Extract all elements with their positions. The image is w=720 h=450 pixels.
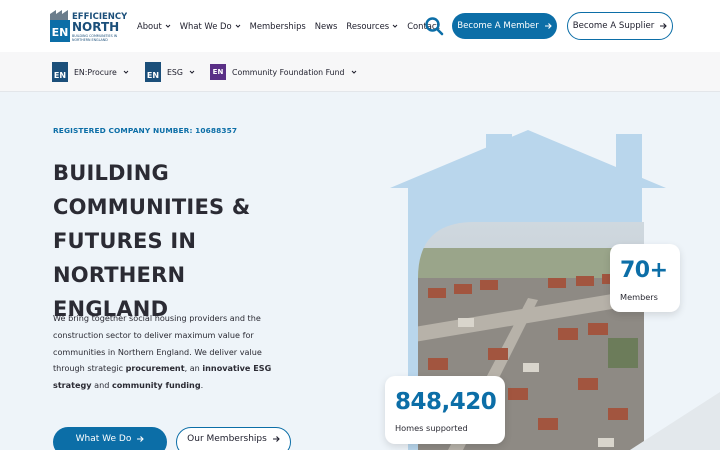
nav-memberships[interactable]: Memberships bbox=[250, 21, 306, 31]
become-member-label: Become A Member bbox=[457, 21, 539, 31]
chevron-down-icon bbox=[235, 24, 240, 28]
chevron-down-icon bbox=[189, 70, 195, 74]
arrow-right-icon bbox=[272, 436, 280, 442]
headline-line-1: BUILDING bbox=[53, 161, 169, 185]
search-icon[interactable] bbox=[424, 16, 444, 36]
nav-about-label: About bbox=[137, 21, 162, 31]
members-label: Members bbox=[620, 292, 658, 302]
subnav-community-foundation-fund[interactable]: EN Community Foundation Fund bbox=[210, 52, 357, 92]
subnav-esg[interactable]: EN ESG bbox=[145, 52, 195, 92]
homes-count: 848,420 bbox=[395, 389, 497, 415]
chevron-down-icon bbox=[392, 24, 398, 28]
our-memberships-label: Our Memberships bbox=[187, 434, 267, 444]
what-we-do-button[interactable]: What We Do bbox=[53, 427, 167, 450]
what-we-do-label: What We Do bbox=[75, 434, 132, 444]
become-supplier-button[interactable]: Become A Supplier bbox=[567, 12, 673, 40]
members-count: 70+ bbox=[620, 258, 668, 283]
registered-company-number: REGISTERED COMPANY NUMBER: 10688357 bbox=[53, 126, 238, 135]
homes-stat-card: 848,420 Homes supported bbox=[385, 376, 505, 444]
main-nav: About What We Do Memberships News Resour… bbox=[137, 0, 440, 52]
members-stat-card: 70+ Members bbox=[610, 244, 680, 312]
nav-resources[interactable]: Resources bbox=[346, 21, 398, 31]
arrow-right-icon bbox=[137, 436, 145, 442]
chevron-down-icon bbox=[123, 70, 129, 74]
subnav-esg-label: ESG bbox=[167, 67, 183, 77]
hero-intro: We bring together social housing provide… bbox=[53, 313, 272, 391]
community-funding-emphasis: community funding bbox=[111, 380, 201, 391]
logo-mark: EN bbox=[52, 26, 69, 39]
corner-decoration bbox=[630, 392, 720, 450]
community-fund-badge-icon: EN bbox=[210, 64, 226, 80]
homes-label: Homes supported bbox=[395, 423, 468, 433]
our-memberships-button[interactable]: Our Memberships bbox=[176, 427, 291, 450]
subnav-en-procure[interactable]: EN EN:Procure bbox=[52, 52, 129, 92]
en-procure-badge-icon: EN bbox=[52, 62, 68, 82]
nav-memberships-label: Memberships bbox=[249, 21, 306, 31]
logo-name-line2: NORTH bbox=[72, 20, 119, 34]
chevron-down-icon bbox=[351, 70, 356, 74]
arrow-right-icon bbox=[660, 23, 668, 29]
arrow-right-icon bbox=[544, 23, 552, 29]
nav-what-we-do-label: What We Do bbox=[179, 21, 232, 31]
nav-about[interactable]: About bbox=[137, 21, 171, 31]
subnav-en-procure-label: EN:Procure bbox=[74, 67, 117, 77]
logo-tagline-line2: NORTHERN ENGLAND bbox=[72, 38, 108, 42]
site-header: EN EFFICIENCY NORTH BUILDING COMMUNITIES… bbox=[0, 0, 720, 52]
chevron-down-icon bbox=[165, 24, 171, 28]
nav-resources-label: Resources bbox=[346, 21, 390, 31]
become-member-button[interactable]: Become A Member bbox=[452, 13, 557, 39]
nav-what-we-do[interactable]: What We Do bbox=[180, 21, 241, 31]
nav-news[interactable]: News bbox=[315, 21, 338, 31]
procurement-emphasis: procurement bbox=[125, 363, 185, 374]
headline-line-3: FUTURES IN NORTHERN bbox=[53, 229, 197, 287]
hero-headline: BUILDING COMMUNITIES & FUTURES IN NORTHE… bbox=[53, 156, 313, 326]
subnav-community-fund-label: Community Foundation Fund bbox=[232, 67, 345, 77]
sub-nav: EN EN:Procure EN ESG EN Community Founda… bbox=[0, 52, 720, 92]
headline-line-2: COMMUNITIES & bbox=[53, 195, 251, 219]
become-supplier-label: Become A Supplier bbox=[572, 21, 655, 31]
esg-badge-icon: EN bbox=[145, 62, 161, 82]
efficiency-north-logo[interactable]: EN EFFICIENCY NORTH BUILDING COMMUNITIES… bbox=[50, 8, 127, 44]
nav-news-label: News bbox=[314, 21, 338, 31]
